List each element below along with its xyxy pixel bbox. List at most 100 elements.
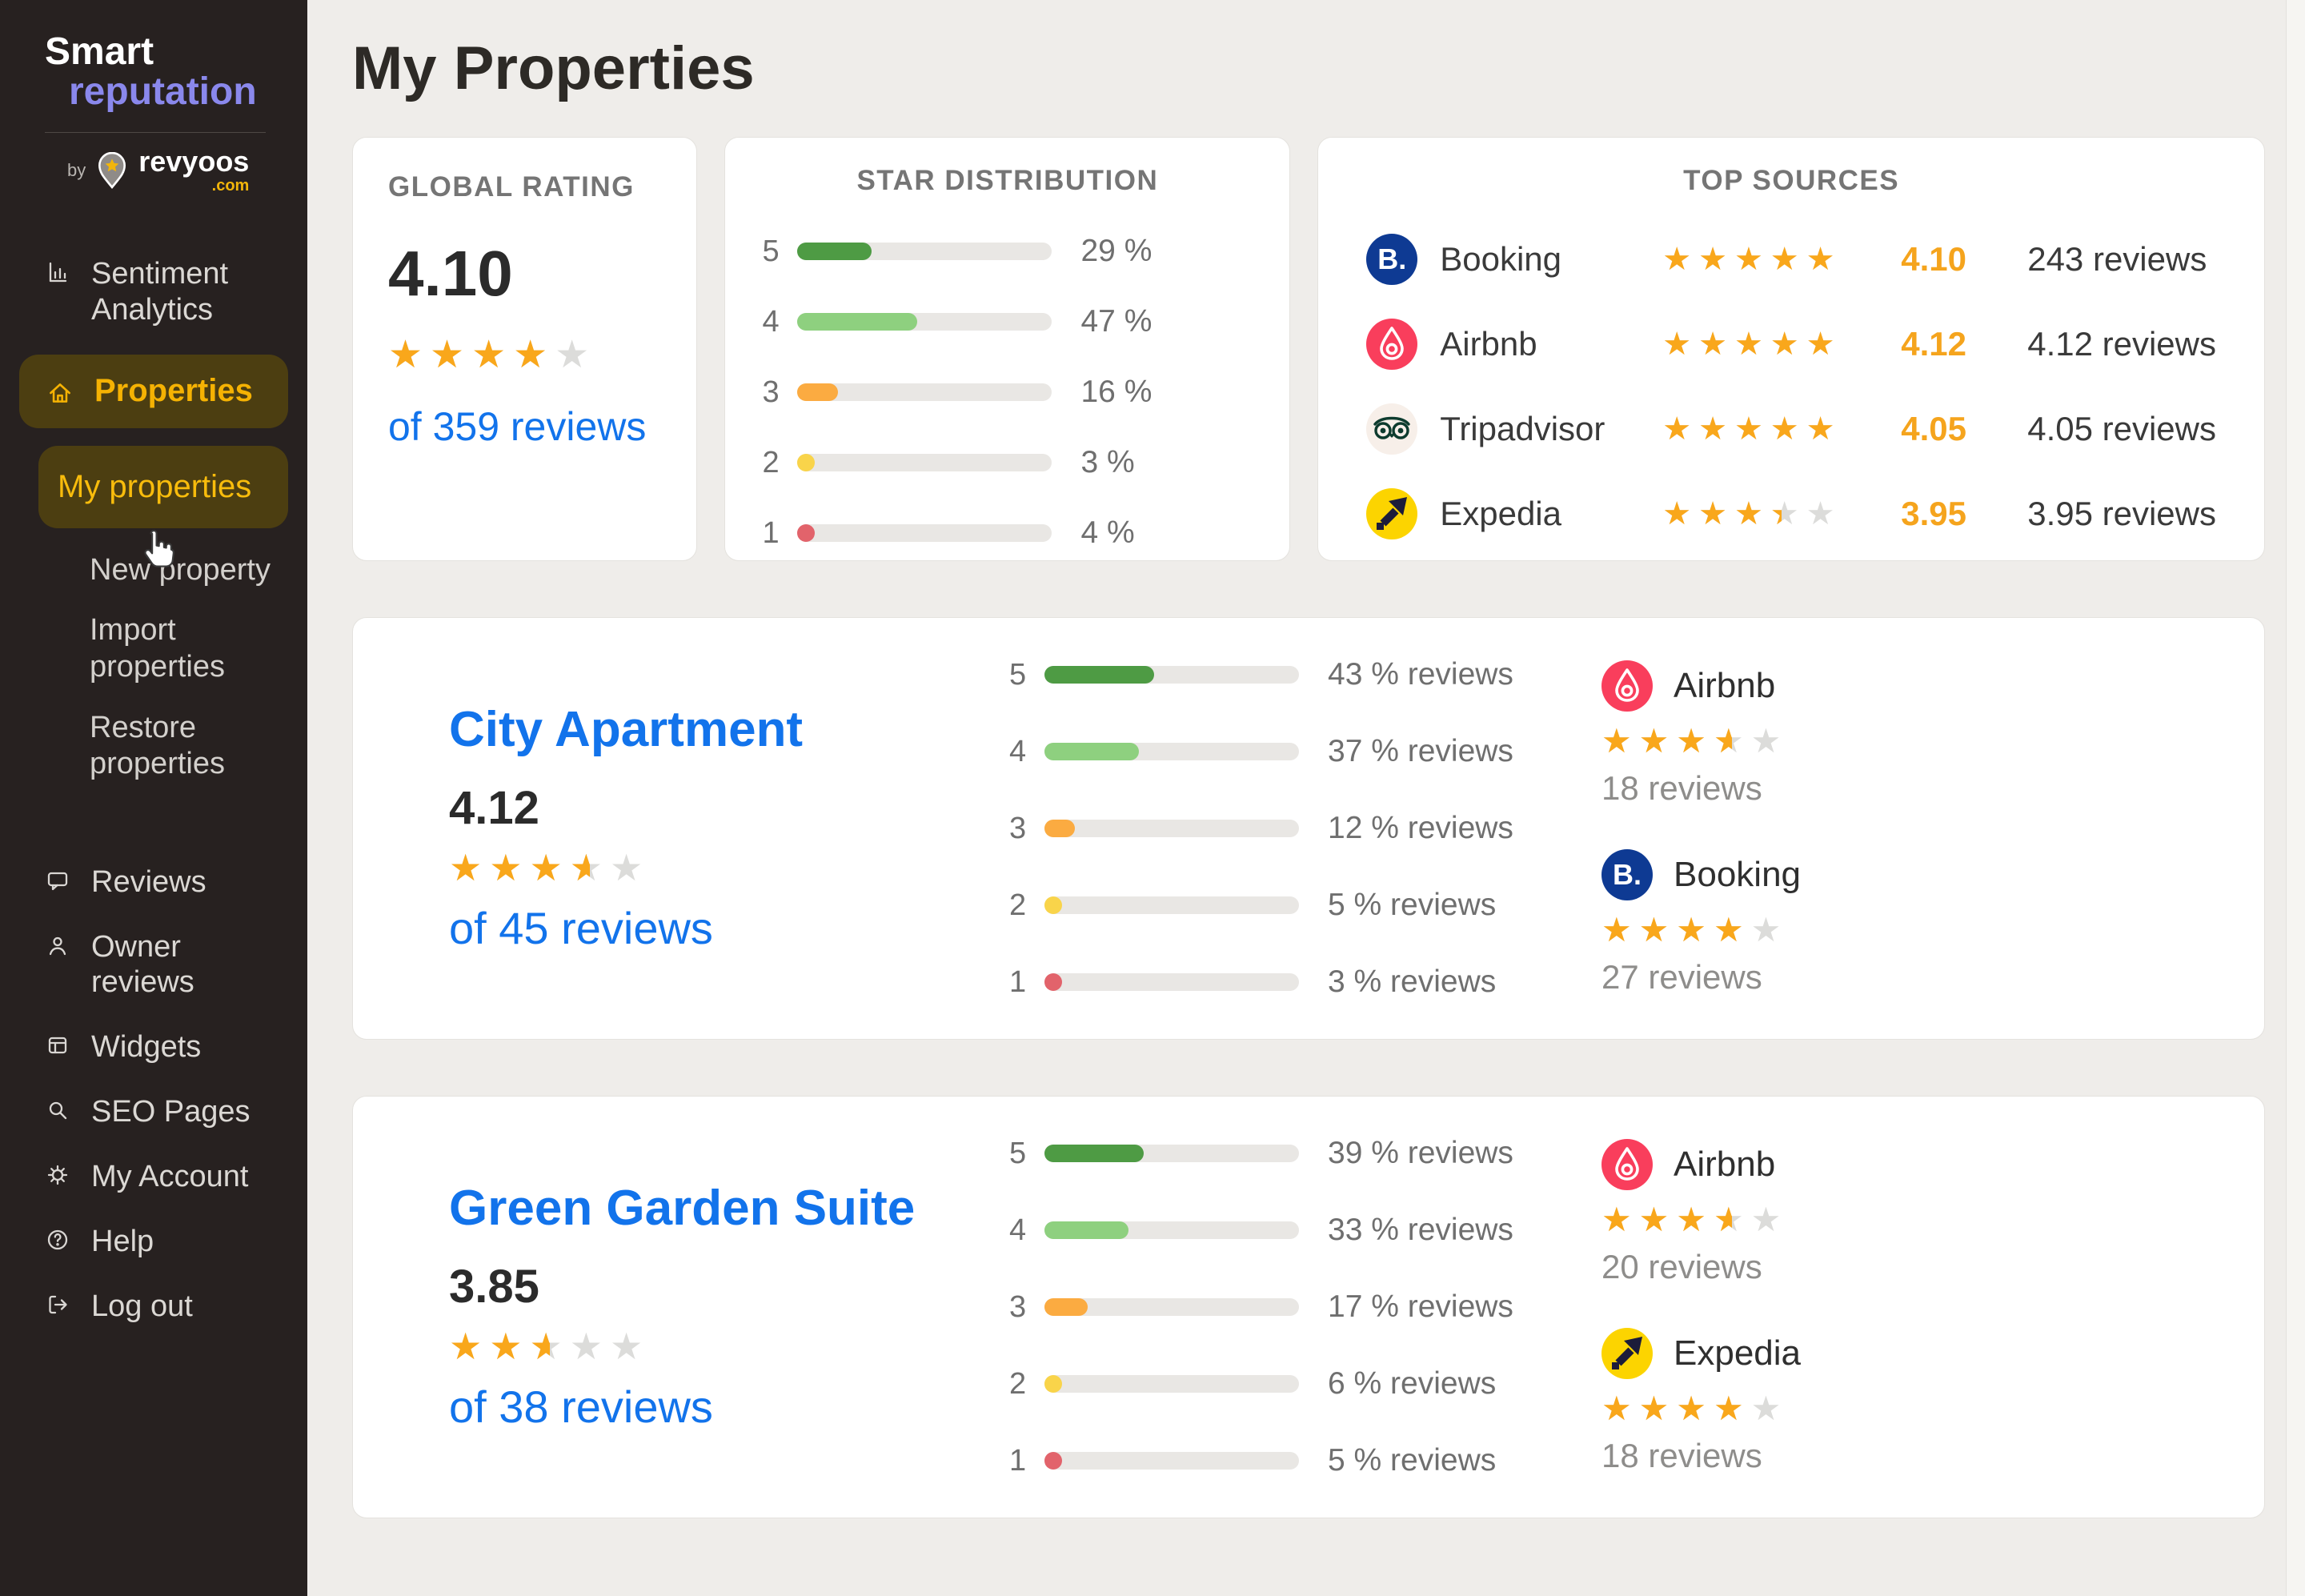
booking-icon: B. bbox=[1366, 234, 1417, 285]
sidebar-item-properties[interactable]: Properties bbox=[19, 355, 288, 427]
sidebar-item-owner-reviews[interactable]: Owner reviews bbox=[0, 915, 307, 1016]
source-row-booking: B. Booking ★★★★★★★★★★ 4.10 243 reviews bbox=[1366, 234, 2216, 285]
source-stars: ★★★★★★★★★★ bbox=[1601, 1203, 2232, 1237]
distribution-row-3: 3 16 % bbox=[762, 375, 1253, 410]
distribution-row-2: 2 3 % bbox=[762, 445, 1253, 480]
star-rating: ★★★★★★★★★★ bbox=[1662, 498, 1878, 530]
bar-fill bbox=[1044, 896, 1062, 914]
top-sources-title: TOP SOURCES bbox=[1366, 165, 2216, 197]
bar-fill bbox=[1044, 1375, 1062, 1393]
property-distribution: 5 43 % reviews 4 37 % reviews 3 12 % rev… bbox=[1009, 657, 1537, 1000]
bar-fill bbox=[1044, 1221, 1128, 1239]
sidebar-item-log-out[interactable]: Log out bbox=[0, 1274, 307, 1339]
distribution-row-1: 1 3 % reviews bbox=[1009, 964, 1537, 1000]
property-sources: Airbnb ★★★★★★★★★★ 20 reviews bbox=[1537, 1139, 2232, 1475]
bar-fill bbox=[1044, 820, 1075, 837]
property-title-link[interactable]: City Apartment bbox=[449, 703, 1009, 757]
top-sources-card: TOP SOURCES B. Booking ★★★★★★★★★★ 4.10 2… bbox=[1317, 137, 2265, 561]
distribution-row-5: 5 29 % bbox=[762, 234, 1253, 269]
star-distribution-rows: 5 29 % 4 47 % 3 16 % 2 3 % bbox=[762, 234, 1253, 551]
bar-track bbox=[1044, 1221, 1299, 1239]
star-rating: ★★★★★★★★★★ bbox=[1601, 1203, 1788, 1237]
bar-track bbox=[1044, 1375, 1299, 1393]
distribution-row-3: 3 17 % reviews bbox=[1009, 1289, 1537, 1325]
distribution-row-1: 1 4 % bbox=[762, 515, 1253, 551]
bar-fill bbox=[1044, 666, 1154, 684]
brand-smart: Smart bbox=[45, 32, 288, 72]
distribution-row-5: 5 39 % reviews bbox=[1009, 1136, 1537, 1171]
star-rating: ★★★★★★★★★★ bbox=[1662, 328, 1878, 360]
property-rating-value: 4.12 bbox=[449, 781, 1009, 835]
main-content: My Properties GLOBAL RATING 4.10 ★★★★★★★… bbox=[307, 0, 2305, 1596]
logout-icon bbox=[45, 1289, 70, 1317]
bar-fill bbox=[797, 524, 815, 542]
distribution-row-5: 5 43 % reviews bbox=[1009, 657, 1537, 692]
distribution-row-4: 4 47 % bbox=[762, 304, 1253, 339]
airbnb-icon bbox=[1601, 660, 1653, 712]
global-rating-value: 4.10 bbox=[388, 237, 661, 311]
property-sources: Airbnb ★★★★★★★★★★ 18 reviews B. Booking … bbox=[1537, 660, 2232, 996]
property-reviews-link[interactable]: of 45 reviews bbox=[449, 902, 1009, 954]
star-rating: ★★★★★★★★★★ bbox=[388, 336, 596, 375]
property-source-expedia: Expedia ★★★★★★★★★★ 18 reviews bbox=[1601, 1328, 2232, 1475]
global-reviews-link[interactable]: of 359 reviews bbox=[388, 403, 661, 450]
star-distribution-card: STAR DISTRIBUTION 5 29 % 4 47 % 3 16 % bbox=[724, 137, 1290, 561]
brand-logo: Smart reputation by revyoos .com bbox=[0, 0, 307, 194]
source-row-expedia: Expedia ★★★★★★★★★★ 3.95 3.95 reviews bbox=[1366, 488, 2216, 539]
sidebar-item-reviews[interactable]: Reviews bbox=[0, 850, 307, 915]
bar-fill bbox=[1044, 1452, 1062, 1470]
sidebar: Smart reputation by revyoos .com bbox=[0, 0, 307, 1596]
summary-row: GLOBAL RATING 4.10 ★★★★★★★★★★ of 359 rev… bbox=[352, 137, 2265, 561]
property-card-green-garden-suite: Green Garden Suite 3.85 ★★★★★★★★★★ of 38… bbox=[352, 1096, 2265, 1518]
bar-fill bbox=[1044, 743, 1139, 760]
sidebar-item-help[interactable]: Help bbox=[0, 1209, 307, 1274]
airbnb-icon bbox=[1601, 1139, 1653, 1190]
sidebar-item-seo-pages[interactable]: SEO Pages bbox=[0, 1080, 307, 1145]
property-info: City Apartment 4.12 ★★★★★★★★★★ of 45 rev… bbox=[449, 703, 1009, 954]
bar-fill bbox=[1044, 973, 1062, 991]
page-title: My Properties bbox=[352, 34, 2265, 103]
source-stars: ★★★★★★★★★★ bbox=[1601, 1392, 2232, 1426]
bar-track bbox=[1044, 1145, 1299, 1162]
sidebar-nav: Sentiment Analytics Properties My proper… bbox=[0, 242, 307, 1339]
home-icon bbox=[46, 376, 74, 407]
distribution-row-2: 2 6 % reviews bbox=[1009, 1366, 1537, 1402]
bar-track bbox=[1044, 743, 1299, 760]
distribution-row-3: 3 12 % reviews bbox=[1009, 811, 1537, 846]
property-reviews-link[interactable]: of 38 reviews bbox=[449, 1381, 1009, 1433]
distribution-row-2: 2 5 % reviews bbox=[1009, 888, 1537, 923]
star-rating: ★★★★★★★★★★ bbox=[1662, 413, 1878, 445]
sidebar-item-my-properties[interactable]: My properties bbox=[38, 446, 288, 528]
scrollbar[interactable] bbox=[2286, 0, 2305, 1596]
sidebar-item-widgets[interactable]: Widgets bbox=[0, 1015, 307, 1080]
sidebar-item-sentiment-analytics[interactable]: Sentiment Analytics bbox=[0, 242, 307, 343]
distribution-row-4: 4 33 % reviews bbox=[1009, 1213, 1537, 1248]
revyoos-tld: .com bbox=[138, 178, 249, 194]
brand-by-label: by bbox=[67, 160, 86, 181]
bar-track bbox=[1044, 973, 1299, 991]
property-title-link[interactable]: Green Garden Suite bbox=[449, 1181, 1009, 1236]
property-source-booking: B. Booking ★★★★★★★★★★ 27 reviews bbox=[1601, 849, 2232, 996]
sidebar-item-import-properties[interactable]: Import properties bbox=[0, 588, 307, 685]
bar-fill bbox=[797, 313, 916, 331]
top-sources-rows: B. Booking ★★★★★★★★★★ 4.10 243 reviews A… bbox=[1366, 234, 2216, 539]
sidebar-item-my-account[interactable]: My Account bbox=[0, 1145, 307, 1209]
help-icon bbox=[45, 1224, 70, 1253]
expedia-icon bbox=[1366, 488, 1417, 539]
property-info: Green Garden Suite 3.85 ★★★★★★★★★★ of 38… bbox=[449, 1181, 1009, 1433]
global-rating-title: GLOBAL RATING bbox=[388, 171, 661, 203]
property-card-city-apartment: City Apartment 4.12 ★★★★★★★★★★ of 45 rev… bbox=[352, 617, 2265, 1040]
star-distribution-title: STAR DISTRIBUTION bbox=[762, 165, 1253, 197]
star-rating: ★★★★★★★★★★ bbox=[1601, 913, 1788, 947]
airbnb-icon bbox=[1366, 319, 1417, 370]
brand-byline: by revyoos .com bbox=[67, 147, 288, 194]
bar-track bbox=[797, 524, 1052, 542]
property-rating-stars: ★★★★★★★★★★ bbox=[449, 1328, 1009, 1365]
global-rating-stars: ★★★★★★★★★★ bbox=[388, 336, 661, 375]
bar-track bbox=[797, 454, 1052, 471]
distribution-row-4: 4 37 % reviews bbox=[1009, 734, 1537, 769]
property-distribution: 5 39 % reviews 4 33 % reviews 3 17 % rev… bbox=[1009, 1136, 1537, 1478]
bar-track bbox=[797, 243, 1052, 260]
source-review-count: 18 reviews bbox=[1601, 769, 2232, 808]
sidebar-item-restore-properties[interactable]: Restore properties bbox=[0, 686, 307, 783]
